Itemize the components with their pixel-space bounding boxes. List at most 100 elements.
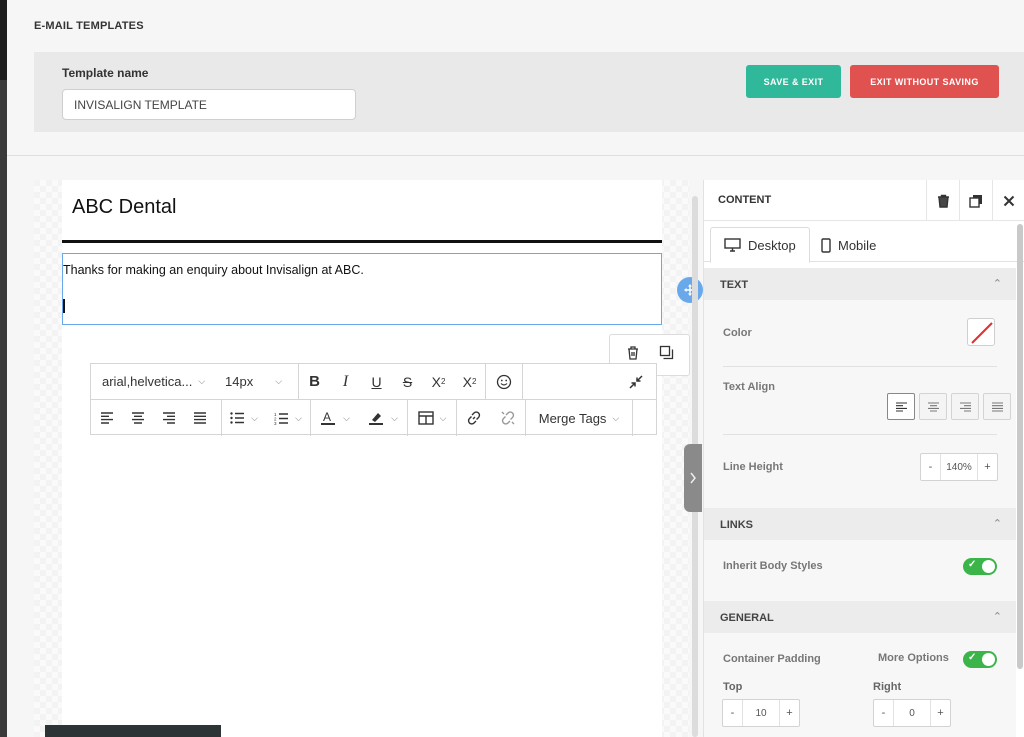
chevron-down-icon: ⌵ — [198, 376, 206, 386]
align-justify-icon[interactable] — [983, 393, 1011, 420]
emoji-icon[interactable] — [486, 364, 522, 400]
numbered-list-icon[interactable]: 123 ⌵ — [266, 400, 310, 436]
tab-desktop-label: Desktop — [748, 237, 796, 253]
email-body: ABC Dental Thanks for making an enquiry … — [62, 180, 703, 737]
device-tabs: Desktop Mobile — [704, 221, 1024, 263]
text-align-label: Text Align — [723, 381, 775, 393]
svg-text:A: A — [323, 410, 331, 424]
merge-tags-label: Merge Tags — [538, 410, 607, 426]
link-icon[interactable] — [457, 400, 491, 436]
rich-text-toolbar: arial,helvetica... ⌵ 14px ⌵ B I U S X2 X… — [90, 363, 657, 436]
increment-button[interactable]: + — [978, 454, 997, 480]
svg-text:3: 3 — [274, 421, 277, 425]
color-picker-swatch[interactable] — [967, 318, 995, 346]
align-left-icon[interactable] — [887, 393, 915, 420]
panel-header: CONTENT — [704, 180, 1024, 221]
delete-block-icon[interactable] — [626, 345, 640, 365]
check-icon: ✓ — [968, 559, 977, 570]
left-edge-strip — [0, 0, 7, 737]
template-name-input[interactable] — [62, 89, 356, 120]
strikethrough-icon[interactable]: S — [392, 364, 423, 400]
duplicate-block-icon[interactable] — [659, 345, 674, 365]
table-icon[interactable]: ⌵ — [408, 400, 456, 436]
panel-title: CONTENT — [718, 194, 772, 206]
underline-icon[interactable]: U — [361, 364, 392, 400]
decrement-button[interactable]: - — [921, 454, 940, 480]
text-align-group — [887, 393, 1011, 420]
line-height-label: Line Height — [723, 461, 783, 473]
line-height-stepper[interactable]: - 140% + — [920, 453, 998, 481]
font-family-value: arial,helvetica... — [102, 374, 193, 389]
collapse-toolbar-icon[interactable] — [616, 364, 656, 400]
padding-right-stepper[interactable]: - 0 + — [873, 699, 951, 727]
font-family-select[interactable]: arial,helvetica... ⌵ — [91, 364, 215, 400]
general-section-title: GENERAL — [720, 612, 774, 624]
bottom-dark-button[interactable] — [45, 725, 221, 737]
bold-icon[interactable]: B — [299, 364, 330, 400]
links-section-header[interactable]: LINKS ⌃ — [704, 508, 1016, 540]
superscript-icon[interactable]: X2 — [423, 364, 454, 400]
general-section-header[interactable]: GENERAL ⌃ — [704, 601, 1016, 633]
bullet-list-icon[interactable]: ⌵ — [222, 400, 266, 436]
text-section-header[interactable]: TEXT ⌃ — [704, 268, 1016, 300]
text-caret — [63, 299, 65, 313]
padding-top-stepper[interactable]: - 10 + — [722, 699, 800, 727]
text-block[interactable]: Thanks for making an enquiry about Invis… — [62, 253, 662, 325]
decrement-button[interactable]: - — [874, 700, 893, 726]
line-height-value[interactable]: 140% — [940, 454, 978, 480]
text-block-content[interactable]: Thanks for making an enquiry about Invis… — [63, 263, 364, 277]
merge-tags-dropdown[interactable]: Merge Tags ⌵ — [526, 400, 632, 436]
links-section-title: LINKS — [720, 519, 753, 531]
padding-right-label: Right — [873, 681, 902, 693]
panel-collapse-toggle[interactable] — [684, 444, 702, 512]
exit-without-saving-button[interactable]: EXIT WITHOUT SAVING — [850, 65, 999, 98]
row-divider — [723, 434, 997, 435]
padding-right-value[interactable]: 0 — [893, 700, 931, 726]
container-padding-label: Container Padding — [723, 653, 821, 665]
more-options-toggle[interactable]: ✓ — [963, 651, 997, 668]
font-size-value: 14px — [225, 374, 254, 389]
text-section-title: TEXT — [720, 279, 749, 291]
align-center-icon[interactable] — [919, 393, 947, 420]
decrement-button[interactable]: - — [723, 700, 742, 726]
check-icon: ✓ — [968, 652, 977, 663]
align-right-icon[interactable] — [951, 393, 979, 420]
align-right-icon[interactable] — [153, 400, 184, 436]
header-panel: Template name SAVE & EXIT EXIT WITHOUT S… — [34, 52, 1024, 132]
chevron-up-icon: ⌃ — [992, 611, 1002, 623]
chevron-up-icon: ⌃ — [992, 278, 1002, 290]
move-handle-icon[interactable] — [677, 277, 703, 303]
inherit-body-styles-toggle[interactable]: ✓ — [963, 558, 997, 575]
heading-divider — [62, 240, 662, 243]
highlight-color-icon[interactable]: ⌵ — [359, 400, 407, 436]
italic-icon[interactable]: I — [330, 364, 361, 400]
chevron-down-icon: ⌵ — [275, 376, 283, 386]
unlink-icon[interactable] — [491, 400, 525, 436]
color-label: Color — [723, 327, 752, 339]
text-color-icon[interactable]: A ⌵ — [311, 400, 359, 436]
brand-heading[interactable]: ABC Dental — [72, 196, 177, 219]
tab-desktop[interactable]: Desktop — [710, 227, 810, 263]
duplicate-icon[interactable] — [959, 180, 992, 221]
save-exit-button[interactable]: SAVE & EXIT — [746, 65, 841, 98]
template-name-label: Template name — [62, 66, 149, 80]
chevron-up-icon: ⌃ — [992, 518, 1002, 530]
more-options-label: More Options — [878, 652, 949, 664]
tab-mobile[interactable]: Mobile — [808, 227, 889, 263]
align-left-icon[interactable] — [91, 400, 122, 436]
content-properties-panel: CONTENT Desktop Mobile TEXT ⌃ Color Text… — [703, 180, 1024, 737]
subscript-icon[interactable]: X2 — [454, 364, 485, 400]
inherit-body-styles-label: Inherit Body Styles — [723, 560, 823, 572]
increment-button[interactable]: + — [931, 700, 950, 726]
page-title: E-MAIL TEMPLATES — [34, 20, 144, 32]
padding-top-value[interactable]: 10 — [742, 700, 780, 726]
close-icon[interactable] — [992, 180, 1024, 221]
font-size-select[interactable]: 14px ⌵ — [215, 364, 298, 400]
padding-top-label: Top — [723, 681, 743, 693]
panel-scrollbar[interactable] — [1017, 224, 1023, 669]
align-justify-icon[interactable] — [184, 400, 215, 436]
align-center-icon[interactable] — [122, 400, 153, 436]
delete-icon[interactable] — [926, 180, 959, 221]
increment-button[interactable]: + — [780, 700, 799, 726]
header-divider — [7, 155, 1024, 156]
